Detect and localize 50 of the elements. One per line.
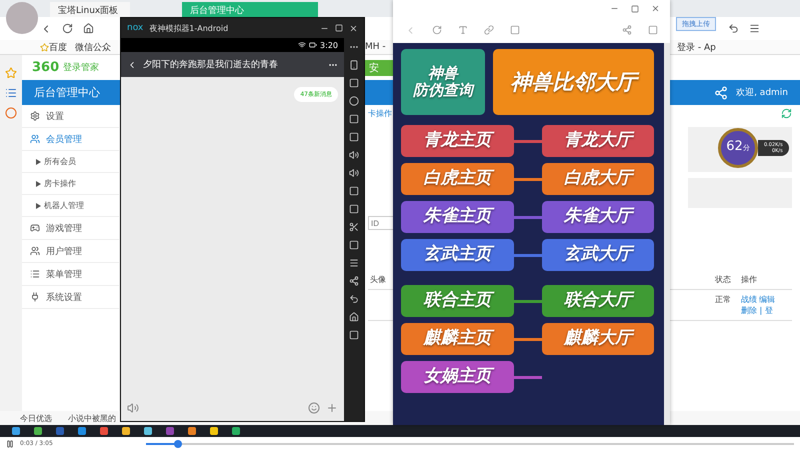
game-button[interactable]: 麒麟大厅 bbox=[542, 323, 654, 355]
table-cell: 正常 bbox=[713, 290, 739, 321]
game-button[interactable]: 朱雀主页 bbox=[401, 201, 514, 233]
column-header: 操作 bbox=[739, 270, 792, 290]
browser-tab[interactable]: 宝塔Linux面板 bbox=[50, 2, 130, 17]
score-value: 62 bbox=[726, 139, 743, 154]
game-button[interactable]: 青龙大厅 bbox=[542, 125, 654, 157]
search-field[interactable]: ID bbox=[368, 216, 394, 230]
sidebar-item[interactable]: 设置 bbox=[22, 105, 119, 128]
logo-mark: 360 bbox=[32, 60, 60, 75]
breadcrumb-item[interactable]: 卡操作 bbox=[368, 108, 392, 118]
action-link[interactable]: 战绩 bbox=[741, 295, 757, 304]
sidebar-subitem[interactable]: 房卡操作 bbox=[22, 173, 119, 195]
bottom-bar-link[interactable]: 小说中被黑的 bbox=[68, 412, 116, 424]
game-button[interactable]: 玄武大厅 bbox=[542, 239, 654, 271]
logo-text: 登录管家 bbox=[63, 62, 100, 74]
game-button[interactable]: 玄武主页 bbox=[401, 239, 514, 271]
browser-tab[interactable]: 后台管理中心 bbox=[182, 2, 318, 17]
game-button[interactable]: 联合大厅 bbox=[542, 285, 654, 317]
game-button[interactable]: 联合主页 bbox=[401, 285, 514, 317]
action-link[interactable]: 删除 | 登 bbox=[741, 306, 773, 315]
game-button[interactable]: 神兽比邻大厅 bbox=[493, 49, 654, 115]
action-button[interactable]: 安 bbox=[365, 60, 395, 76]
sidebar-item[interactable]: 用户管理 bbox=[22, 240, 119, 263]
sidebar-item[interactable]: 会员管理 bbox=[22, 128, 119, 151]
game-button[interactable]: 朱雀大厅 bbox=[542, 201, 654, 233]
game-button[interactable]: 白虎大厅 bbox=[542, 163, 654, 195]
admin-title: 后台管理中心 bbox=[34, 85, 100, 100]
sidebar-subitem[interactable]: 机器人管理 bbox=[22, 195, 119, 217]
sidebar-item[interactable]: 菜单管理 bbox=[22, 263, 119, 286]
bookmark-link[interactable]: MH - bbox=[365, 42, 386, 52]
sidebar-item[interactable]: 游戏管理 bbox=[22, 217, 119, 240]
action-link[interactable]: 编辑 bbox=[759, 295, 775, 304]
game-button[interactable]: 神兽 防伪查询 bbox=[401, 49, 486, 115]
chat-title: 夕阳下的奔跑那是我们逝去的青春 bbox=[143, 58, 278, 71]
bookmark-link[interactable]: 登录 - Ap bbox=[677, 40, 716, 54]
column-header: 状态 bbox=[713, 270, 739, 290]
game-button[interactable]: 白虎主页 bbox=[401, 163, 514, 195]
user-menu[interactable]: 欢迎, admin bbox=[736, 86, 788, 99]
bookmark-link[interactable]: 微信公众 bbox=[75, 40, 111, 54]
app-logo: nox bbox=[127, 23, 144, 33]
game-button[interactable]: 青龙主页 bbox=[401, 125, 514, 157]
window-title: 夜神模拟器1-Android bbox=[149, 22, 228, 34]
bookmark-link[interactable]: 百度 bbox=[49, 40, 67, 54]
sidebar-item[interactable]: 系统设置 bbox=[22, 286, 119, 309]
game-button[interactable]: 女娲主页 bbox=[401, 361, 514, 393]
status-time: 3:20 bbox=[320, 40, 338, 50]
bottom-bar-link[interactable]: 今日优选 bbox=[20, 412, 52, 424]
sidebar-subitem[interactable]: 所有会员 bbox=[22, 151, 119, 173]
game-button[interactable]: 麒麟主页 bbox=[401, 323, 514, 355]
